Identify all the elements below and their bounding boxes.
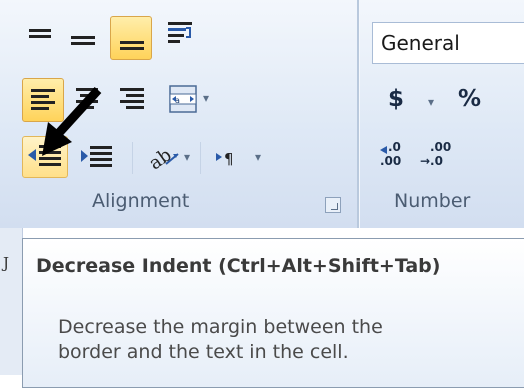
group-divider [357,0,360,228]
alignment-dialog-launcher-icon[interactable] [325,197,341,213]
text-direction-icon: ¶ [216,150,234,168]
number-format-value: General [381,31,460,55]
decrease-decimal-top: .00 [430,140,452,154]
text-direction-dropdown[interactable]: ▾ [255,150,261,164]
orientation-icon: ab [145,144,179,174]
separator [200,142,201,174]
top-align-button[interactable] [22,20,62,60]
bottom-align-icon [120,41,144,50]
align-right-button[interactable] [116,80,156,120]
percent-button[interactable]: % [458,86,481,112]
merge-center-icon: a [169,85,197,113]
number-group-label: Number [394,190,471,212]
tooltip-line: border and the text in the cell. [58,341,349,363]
increase-decimal-bottom: .00 [380,154,402,168]
currency-dropdown[interactable]: ▾ [428,95,434,109]
increase-decimal-top: .0 [388,140,401,154]
wrap-text-icon [168,22,192,43]
merge-center-dropdown[interactable]: ▾ [203,91,209,105]
svg-text:¶: ¶ [224,150,234,168]
ribbon-home: a ▾ ab ▾ ¶ ▾ Alignment General $ ▾ % .0 … [0,0,524,228]
decrease-decimal-button[interactable]: .00 →.0 [420,140,460,176]
sheet-edge: J [0,228,23,375]
sheet-edge-glyph: J [3,254,10,272]
top-align-icon [29,29,51,38]
merge-center-button[interactable]: a [166,80,206,120]
text-direction-button[interactable]: ¶ [210,138,250,178]
number-format-combobox[interactable]: General [372,22,524,64]
orientation-dropdown[interactable]: ▾ [184,150,190,164]
currency-button[interactable]: $ [388,86,404,112]
pointer-arrow-icon [42,86,102,156]
alignment-group-label: Alignment [92,190,190,212]
orientation-button[interactable]: ab [144,138,184,178]
middle-align-button[interactable] [64,20,104,60]
wrap-text-button[interactable] [160,16,200,56]
tooltip: Decrease Indent (Ctrl+Alt+Shift+Tab) Dec… [22,238,524,388]
align-right-icon [120,88,144,109]
increase-decimal-button[interactable]: .0 .00 [378,140,414,176]
separator [132,142,133,174]
tooltip-line: Decrease the margin between the [58,316,383,338]
decrease-decimal-bottom: →.0 [420,154,443,168]
tooltip-body: Decrease the margin between the border a… [58,315,383,365]
tooltip-title: Decrease Indent (Ctrl+Alt+Shift+Tab) [36,255,441,277]
bottom-align-button[interactable] [110,16,152,60]
middle-align-icon [71,36,95,45]
